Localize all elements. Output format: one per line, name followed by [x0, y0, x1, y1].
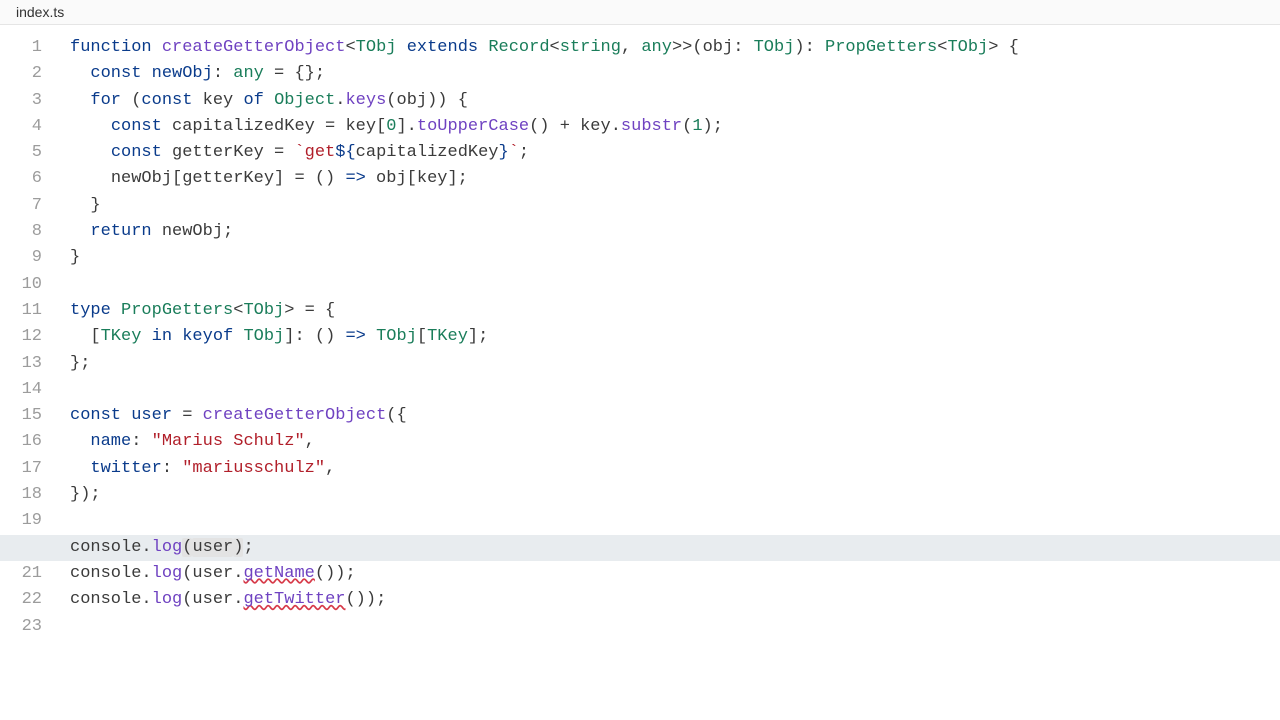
type: any	[641, 38, 672, 57]
code-line[interactable]: const getterKey = `get${capitalizedKey}`…	[70, 140, 1280, 166]
line-number: 16	[0, 429, 42, 455]
line-number: 15	[0, 403, 42, 429]
type: Record	[488, 38, 549, 57]
line-number: 5	[0, 140, 42, 166]
keyword: const	[70, 406, 121, 425]
line-number: 7	[0, 193, 42, 219]
code-line[interactable]: return newObj;	[70, 219, 1280, 245]
code-line[interactable]: const user = createGetterObject({	[70, 403, 1280, 429]
keyword: keyof	[182, 327, 233, 346]
method-error: getTwitter	[243, 590, 345, 609]
code-line-active[interactable]: console.log(user);	[0, 535, 1280, 561]
keyword: for	[90, 91, 121, 110]
function-name: createGetterObject	[162, 38, 346, 57]
method: log	[152, 564, 183, 583]
keyword: in	[152, 327, 172, 346]
type: TObj	[947, 38, 988, 57]
keyword: type	[70, 301, 111, 320]
code-line[interactable]: [TKey in keyof TObj]: () => TObj[TKey];	[70, 324, 1280, 350]
line-number: 21	[0, 561, 42, 587]
line-number: 8	[0, 219, 42, 245]
type: TKey	[101, 327, 142, 346]
code-line[interactable]: function createGetterObject<TObj extends…	[70, 35, 1280, 61]
method: keys	[345, 91, 386, 110]
code-line[interactable]: });	[70, 482, 1280, 508]
code-line[interactable]	[70, 377, 1280, 403]
code-line[interactable]: const newObj: any = {};	[70, 61, 1280, 87]
code-line[interactable]	[70, 508, 1280, 534]
line-number: 22	[0, 587, 42, 613]
code-line[interactable]	[70, 272, 1280, 298]
line-number: 17	[0, 456, 42, 482]
word-highlight: user	[192, 538, 233, 557]
type: string	[560, 38, 621, 57]
keyword: of	[243, 91, 263, 110]
string: "Marius Schulz"	[152, 432, 305, 451]
tab-bar: index.ts	[0, 0, 1280, 25]
line-number: 4	[0, 114, 42, 140]
code-line[interactable]: }	[70, 245, 1280, 271]
number: 1	[692, 117, 702, 136]
type: TObj	[243, 327, 284, 346]
keyword: const	[111, 143, 162, 162]
string: "mariusschulz"	[182, 459, 325, 478]
line-number: 14	[0, 377, 42, 403]
method: log	[152, 538, 183, 557]
code-line[interactable]: name: "Marius Schulz",	[70, 429, 1280, 455]
line-number: 3	[0, 88, 42, 114]
type: TObj	[243, 301, 284, 320]
code-line[interactable]: console.log(user.getTwitter());	[70, 587, 1280, 613]
line-number: 12	[0, 324, 42, 350]
method: substr	[621, 117, 682, 136]
method: log	[152, 590, 183, 609]
bracket-highlight: )	[233, 538, 243, 557]
code-line[interactable]: type PropGetters<TObj> = {	[70, 298, 1280, 324]
code-line[interactable]: newObj[getterKey] = () => obj[key];	[70, 166, 1280, 192]
type: TObj	[376, 327, 417, 346]
code-line[interactable]: console.log(user.getName());	[70, 561, 1280, 587]
code-area[interactable]: function createGetterObject<TObj extends…	[70, 35, 1280, 640]
type: PropGetters	[825, 38, 937, 57]
line-number: 13	[0, 351, 42, 377]
number: 0	[386, 117, 396, 136]
type: PropGetters	[121, 301, 233, 320]
tab-filename[interactable]: index.ts	[16, 4, 64, 20]
line-number: 10	[0, 272, 42, 298]
keyword: const	[141, 91, 192, 110]
property-key: name	[90, 432, 131, 451]
keyword: return	[90, 222, 151, 241]
type: TObj	[754, 38, 795, 57]
type: TKey	[427, 327, 468, 346]
code-line[interactable]: }	[70, 193, 1280, 219]
line-number: 9	[0, 245, 42, 271]
type: any	[233, 64, 264, 83]
code-line[interactable]: const capitalizedKey = key[0].toUpperCas…	[70, 114, 1280, 140]
code-editor[interactable]: 1234567891011121314151617181920212223 fu…	[0, 25, 1280, 640]
bracket-highlight: (	[182, 538, 192, 557]
keyword: const	[111, 117, 162, 136]
line-number: 2	[0, 61, 42, 87]
method: toUpperCase	[417, 117, 529, 136]
type: TObj	[356, 38, 397, 57]
keyword: extends	[407, 38, 478, 57]
line-number: 1	[0, 35, 42, 61]
line-number: 18	[0, 482, 42, 508]
line-number: 23	[0, 614, 42, 640]
code-line[interactable]	[70, 614, 1280, 640]
string: get	[305, 143, 336, 162]
function-call: createGetterObject	[203, 406, 387, 425]
code-line[interactable]: };	[70, 351, 1280, 377]
keyword: const	[90, 64, 141, 83]
keyword: function	[70, 38, 152, 57]
code-line[interactable]: for (const key of Object.keys(obj)) {	[70, 88, 1280, 114]
code-line[interactable]: twitter: "mariusschulz",	[70, 456, 1280, 482]
line-number: 11	[0, 298, 42, 324]
method-error: getName	[243, 564, 314, 583]
line-number: 19	[0, 508, 42, 534]
property-key: twitter	[90, 459, 161, 478]
line-number: 6	[0, 166, 42, 192]
